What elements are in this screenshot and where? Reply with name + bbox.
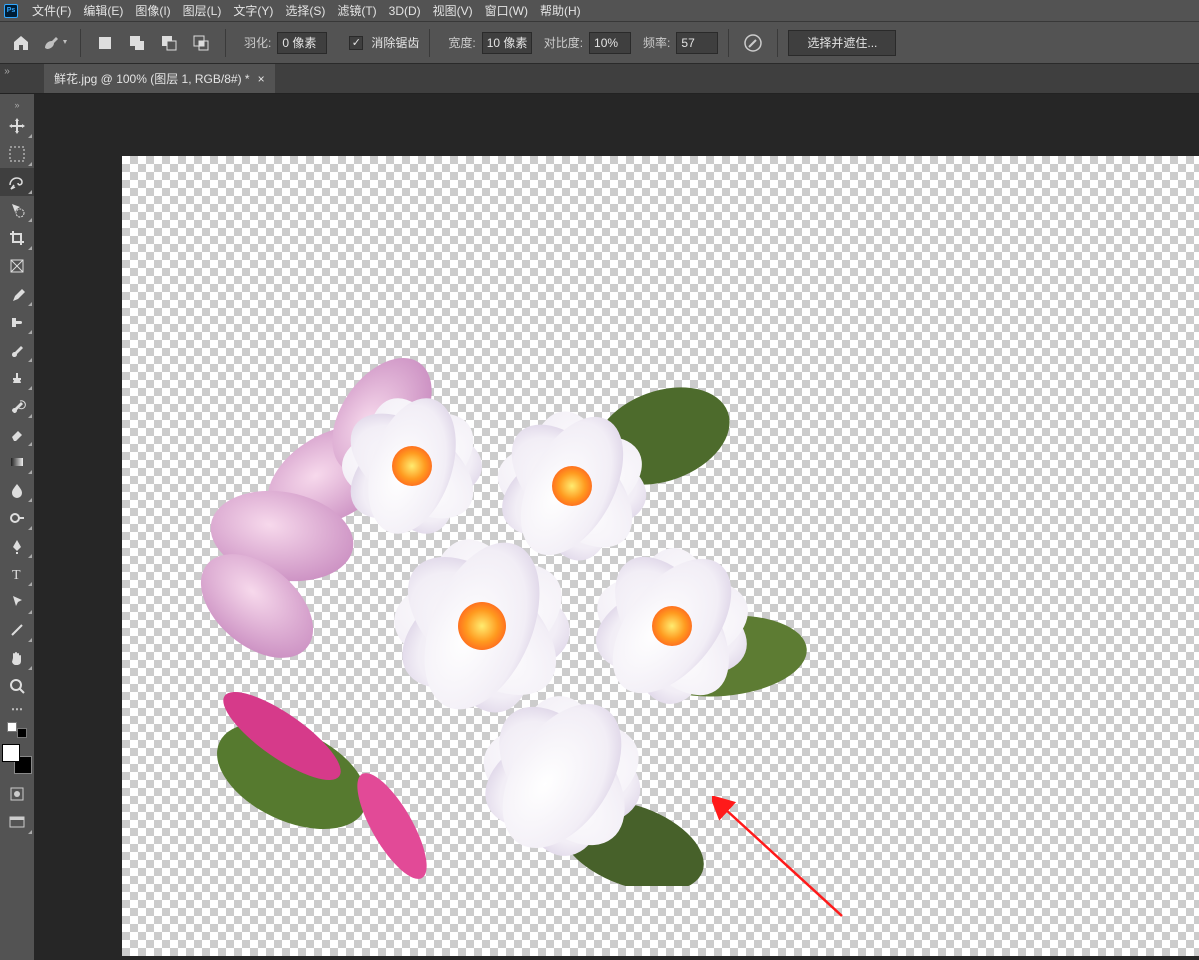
menu-select[interactable]: 选择(S) <box>279 0 331 21</box>
document-tab-title: 鲜花.jpg @ 100% (图层 1, RGB/8#) * <box>54 70 250 87</box>
history-brush-tool[interactable] <box>0 392 34 420</box>
divider <box>225 29 226 57</box>
quick-selection-tool[interactable] <box>0 196 34 224</box>
subtract-from-selection-icon[interactable] <box>157 31 181 55</box>
frequency-input[interactable] <box>676 32 718 54</box>
healing-brush-tool[interactable] <box>0 308 34 336</box>
default-colors-icon[interactable] <box>7 722 27 738</box>
tool-preset-picker[interactable] <box>40 28 70 58</box>
new-selection-icon[interactable] <box>93 31 117 55</box>
color-swatches[interactable] <box>2 744 32 774</box>
menu-3d[interactable]: 3D(D) <box>383 2 427 20</box>
contrast-label: 对比度: <box>544 34 583 51</box>
menu-window[interactable]: 窗口(W) <box>479 0 534 21</box>
workspace <box>34 94 1199 960</box>
width-label: 宽度: <box>448 34 475 51</box>
options-bar: 羽化: 消除锯齿 宽度: 对比度: 频率: 选择并遮住... <box>0 22 1199 64</box>
divider <box>429 29 430 57</box>
document-tab-bar: » 鲜花.jpg @ 100% (图层 1, RGB/8#) * × <box>0 64 1199 94</box>
anti-alias-label: 消除锯齿 <box>371 34 419 51</box>
menu-image[interactable]: 图像(I) <box>129 0 176 21</box>
menu-layer[interactable]: 图层(L) <box>177 0 228 21</box>
divider <box>728 29 729 57</box>
canvas[interactable] <box>122 156 1199 956</box>
clone-stamp-tool[interactable] <box>0 364 34 392</box>
eyedropper-tool[interactable] <box>0 280 34 308</box>
anti-alias-checkbox[interactable] <box>349 36 363 50</box>
feather-label: 羽化: <box>244 34 271 51</box>
add-to-selection-icon[interactable] <box>125 31 149 55</box>
frame-tool[interactable] <box>0 252 34 280</box>
zoom-tool[interactable] <box>0 672 34 700</box>
crop-tool[interactable] <box>0 224 34 252</box>
path-selection-tool[interactable] <box>0 588 34 616</box>
svg-text:T: T <box>12 568 21 583</box>
tool-panel: » T ⋯ <box>0 94 34 960</box>
rectangular-marquee-tool[interactable] <box>0 140 34 168</box>
blur-tool[interactable] <box>0 476 34 504</box>
brush-tool[interactable] <box>0 336 34 364</box>
expand-panels-icon[interactable]: » <box>0 64 14 78</box>
edit-toolbar-icon[interactable]: ⋯ <box>0 700 34 718</box>
menu-bar: Ps 文件(F) 编辑(E) 图像(I) 图层(L) 文字(Y) 选择(S) 滤… <box>0 0 1199 22</box>
select-and-mask-button[interactable]: 选择并遮住... <box>788 30 896 56</box>
feather-input[interactable] <box>277 32 327 54</box>
hand-tool[interactable] <box>0 644 34 672</box>
flower-image <box>162 306 822 886</box>
document-tab[interactable]: 鲜花.jpg @ 100% (图层 1, RGB/8#) * × <box>44 64 275 93</box>
menu-type[interactable]: 文字(Y) <box>227 0 279 21</box>
quick-mask-icon[interactable] <box>0 780 34 808</box>
menu-view[interactable]: 视图(V) <box>427 0 479 21</box>
frequency-label: 频率: <box>643 34 670 51</box>
divider <box>80 29 81 57</box>
screen-mode-icon[interactable] <box>0 808 34 836</box>
eraser-tool[interactable] <box>0 420 34 448</box>
contrast-input[interactable] <box>589 32 631 54</box>
pen-tool[interactable] <box>0 532 34 560</box>
line-tool[interactable] <box>0 616 34 644</box>
text-tool[interactable]: T <box>0 560 34 588</box>
divider <box>777 29 778 57</box>
close-tab-icon[interactable]: × <box>258 72 265 86</box>
dodge-tool[interactable] <box>0 504 34 532</box>
move-tool[interactable] <box>0 112 34 140</box>
width-input[interactable] <box>482 32 532 54</box>
app-logo-icon: Ps <box>4 4 18 18</box>
menu-file[interactable]: 文件(F) <box>26 0 77 21</box>
stylus-pressure-icon[interactable] <box>741 31 765 55</box>
home-button[interactable] <box>6 28 36 58</box>
menu-filter[interactable]: 滤镜(T) <box>331 0 382 21</box>
menu-edit[interactable]: 编辑(E) <box>77 0 129 21</box>
magnetic-lasso-tool[interactable] <box>0 168 34 196</box>
foreground-color-swatch[interactable] <box>2 744 20 762</box>
menu-help[interactable]: 帮助(H) <box>534 0 587 21</box>
expand-tools-icon[interactable]: » <box>0 98 34 112</box>
gradient-tool[interactable] <box>0 448 34 476</box>
intersect-selection-icon[interactable] <box>189 31 213 55</box>
